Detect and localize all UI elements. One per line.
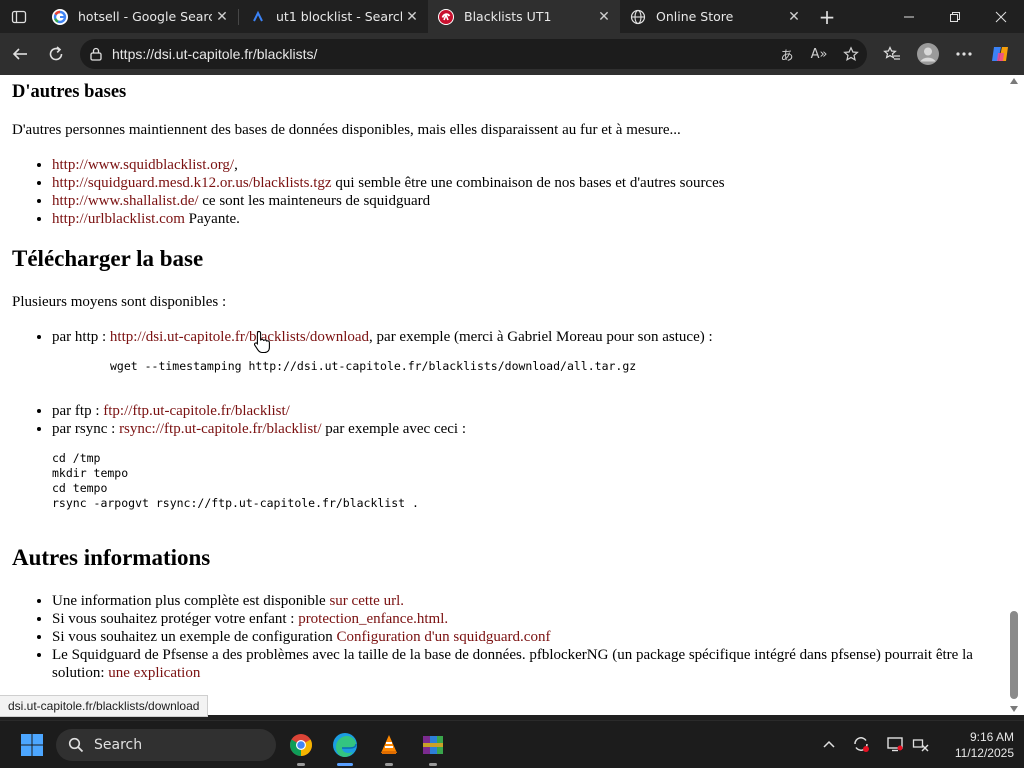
list-item: Si vous souhaitez un exemple de configur…: [52, 628, 994, 646]
scroll-down-icon[interactable]: [1010, 706, 1018, 712]
favorite-star-icon[interactable]: [835, 39, 867, 69]
copilot-icon[interactable]: [988, 42, 1012, 66]
link-squidguard-conf[interactable]: Configuration d'un squidguard.conf: [337, 629, 551, 645]
link-shallalist[interactable]: http://www.shallalist.de/: [52, 193, 199, 209]
tab-actions-icon[interactable]: [8, 6, 30, 28]
list-item: par ftp : ftp://ftp.ut-capitole.fr/black…: [52, 402, 466, 420]
network-icon[interactable]: [910, 733, 932, 755]
link-squidblacklist[interactable]: http://www.squidblacklist.org/: [52, 157, 234, 173]
list-item: Si vous souhaitez protéger votre enfant …: [52, 610, 994, 628]
windows-taskbar: Search 9:16 AM 11/12/2025: [0, 720, 1024, 768]
google-icon: [52, 8, 68, 25]
tab-title: hotsell - Google Search: [78, 9, 212, 24]
code-rsync: cd /tmp mkdir tempo cd tempo rsync -arpo…: [52, 451, 419, 510]
tab-ut1-search[interactable]: ut1 blocklist - Search ✕: [240, 0, 428, 33]
close-tab-icon[interactable]: ✕: [594, 7, 614, 27]
running-indicator: [385, 763, 393, 766]
close-tab-icon[interactable]: ✕: [784, 7, 804, 27]
favorites-icon[interactable]: [880, 42, 904, 66]
list-item: http://www.squidblacklist.org/,: [52, 156, 725, 174]
profile-avatar[interactable]: [916, 42, 940, 66]
list-item: Le Squidguard de Pfsense a des problèmes…: [52, 646, 994, 682]
vlc-app-icon[interactable]: [373, 729, 405, 766]
list-item: http://squidguard.mesd.k12.or.us/blackli…: [52, 174, 725, 192]
edge-app-icon[interactable]: [329, 729, 361, 766]
clock-date: 11/12/2025: [954, 746, 1014, 760]
sync-icon[interactable]: [850, 733, 872, 755]
browser-toolbar: https://dsi.ut-capitole.fr/blacklists/ あ…: [0, 33, 1024, 75]
link-explication[interactable]: une explication: [108, 665, 200, 681]
tab-title: Online Store: [656, 9, 734, 24]
download-http-list: par http : http://dsi.ut-capitole.fr/bla…: [12, 328, 713, 346]
code-wget: wget --timestamping http://dsi.ut-capito…: [110, 359, 637, 373]
hand-cursor-icon: [253, 330, 270, 354]
running-indicator: [429, 763, 437, 766]
windows-start-icon[interactable]: [16, 729, 48, 761]
close-window-icon[interactable]: [978, 0, 1024, 33]
clock-time: 9:16 AM: [969, 730, 1014, 744]
restore-icon[interactable]: [932, 0, 978, 33]
link-protection-enfance[interactable]: protection_enfance.html.: [298, 611, 448, 627]
vertical-scrollbar[interactable]: [1004, 75, 1024, 715]
link-rsync[interactable]: rsync://ftp.ut-capitole.fr/blacklist/: [119, 421, 321, 437]
scroll-up-icon[interactable]: [1010, 78, 1018, 84]
tab-title: Blacklists UT1: [464, 9, 552, 24]
running-indicator: [297, 763, 305, 766]
tab-online-store[interactable]: Online Store ✕: [620, 0, 810, 33]
globe-icon: [630, 9, 646, 25]
taskbar-search[interactable]: Search: [56, 729, 276, 761]
back-icon[interactable]: [8, 42, 32, 66]
other-bases-list: http://www.squidblacklist.org/, http://s…: [12, 156, 725, 228]
read-aloud-icon[interactable]: A»: [803, 39, 835, 69]
tab-google-search[interactable]: hotsell - Google Search ✕: [42, 0, 238, 33]
tab-divider: [238, 9, 239, 25]
system-clock[interactable]: 9:16 AM 11/12/2025: [940, 729, 1014, 761]
search-label: Search: [94, 737, 143, 753]
link-http-download[interactable]: http://dsi.ut-capitole.fr/blacklists/dow…: [110, 329, 369, 345]
chevron-up-icon[interactable]: [818, 733, 840, 755]
more-options-icon[interactable]: [952, 42, 976, 66]
close-tab-icon[interactable]: ✕: [402, 7, 422, 27]
other-info-list: Une information plus complète est dispon…: [12, 592, 1004, 682]
refresh-icon[interactable]: [44, 42, 68, 66]
url-text: https://dsi.ut-capitole.fr/blacklists/: [112, 46, 318, 62]
tab-blacklists-ut1[interactable]: Blacklists UT1 ✕: [428, 0, 620, 33]
page-viewport[interactable]: D'autres bases D'autres personnes mainti…: [0, 75, 1004, 715]
list-item: par http : http://dsi.ut-capitole.fr/bla…: [52, 328, 713, 346]
translate-icon[interactable]: あ: [771, 39, 803, 69]
link-ftp[interactable]: ftp://ftp.ut-capitole.fr/blacklist/: [103, 403, 290, 419]
link-more-info[interactable]: sur cette url.: [329, 593, 404, 609]
heading-other-info: Autres informations: [12, 545, 211, 570]
download-other-list: par ftp : ftp://ftp.ut-capitole.fr/black…: [12, 402, 466, 438]
list-item: http://www.shallalist.de/ ce sont les ma…: [52, 192, 725, 210]
bing-search-icon: [250, 9, 266, 25]
winrar-app-icon[interactable]: [417, 729, 449, 766]
minimize-icon[interactable]: [886, 0, 932, 33]
chrome-app-icon[interactable]: [285, 729, 317, 766]
list-item: par rsync : rsync://ftp.ut-capitole.fr/b…: [52, 420, 466, 438]
address-bar[interactable]: https://dsi.ut-capitole.fr/blacklists/ あ…: [80, 39, 867, 69]
tab-title: ut1 blocklist - Search: [276, 9, 402, 24]
tab-strip: hotsell - Google Search ✕ ut1 blocklist …: [0, 0, 1024, 33]
scrollbar-thumb[interactable]: [1010, 611, 1018, 699]
ut1-favicon: [438, 8, 454, 25]
link-urlblacklist[interactable]: http://urlblacklist.com: [52, 211, 185, 227]
link-status-tooltip: dsi.ut-capitole.fr/blacklists/download: [0, 695, 209, 717]
new-tab-icon[interactable]: +: [815, 5, 839, 29]
list-item: Une information plus complète est dispon…: [52, 592, 994, 610]
heading-download: Télécharger la base: [12, 246, 204, 271]
other-bases-intro: D'autres personnes maintiennent des base…: [12, 122, 681, 138]
list-item: http://urlblacklist.com Payante.: [52, 210, 725, 228]
download-intro: Plusieurs moyens sont disponibles :: [12, 294, 227, 310]
link-squidguard-mesd[interactable]: http://squidguard.mesd.k12.or.us/blackli…: [52, 175, 332, 191]
display-icon[interactable]: [884, 733, 906, 755]
active-indicator: [337, 763, 353, 766]
close-tab-icon[interactable]: ✕: [212, 7, 232, 27]
site-info-icon[interactable]: [80, 47, 112, 61]
search-icon: [68, 737, 84, 753]
heading-other-bases: D'autres bases: [12, 82, 127, 102]
